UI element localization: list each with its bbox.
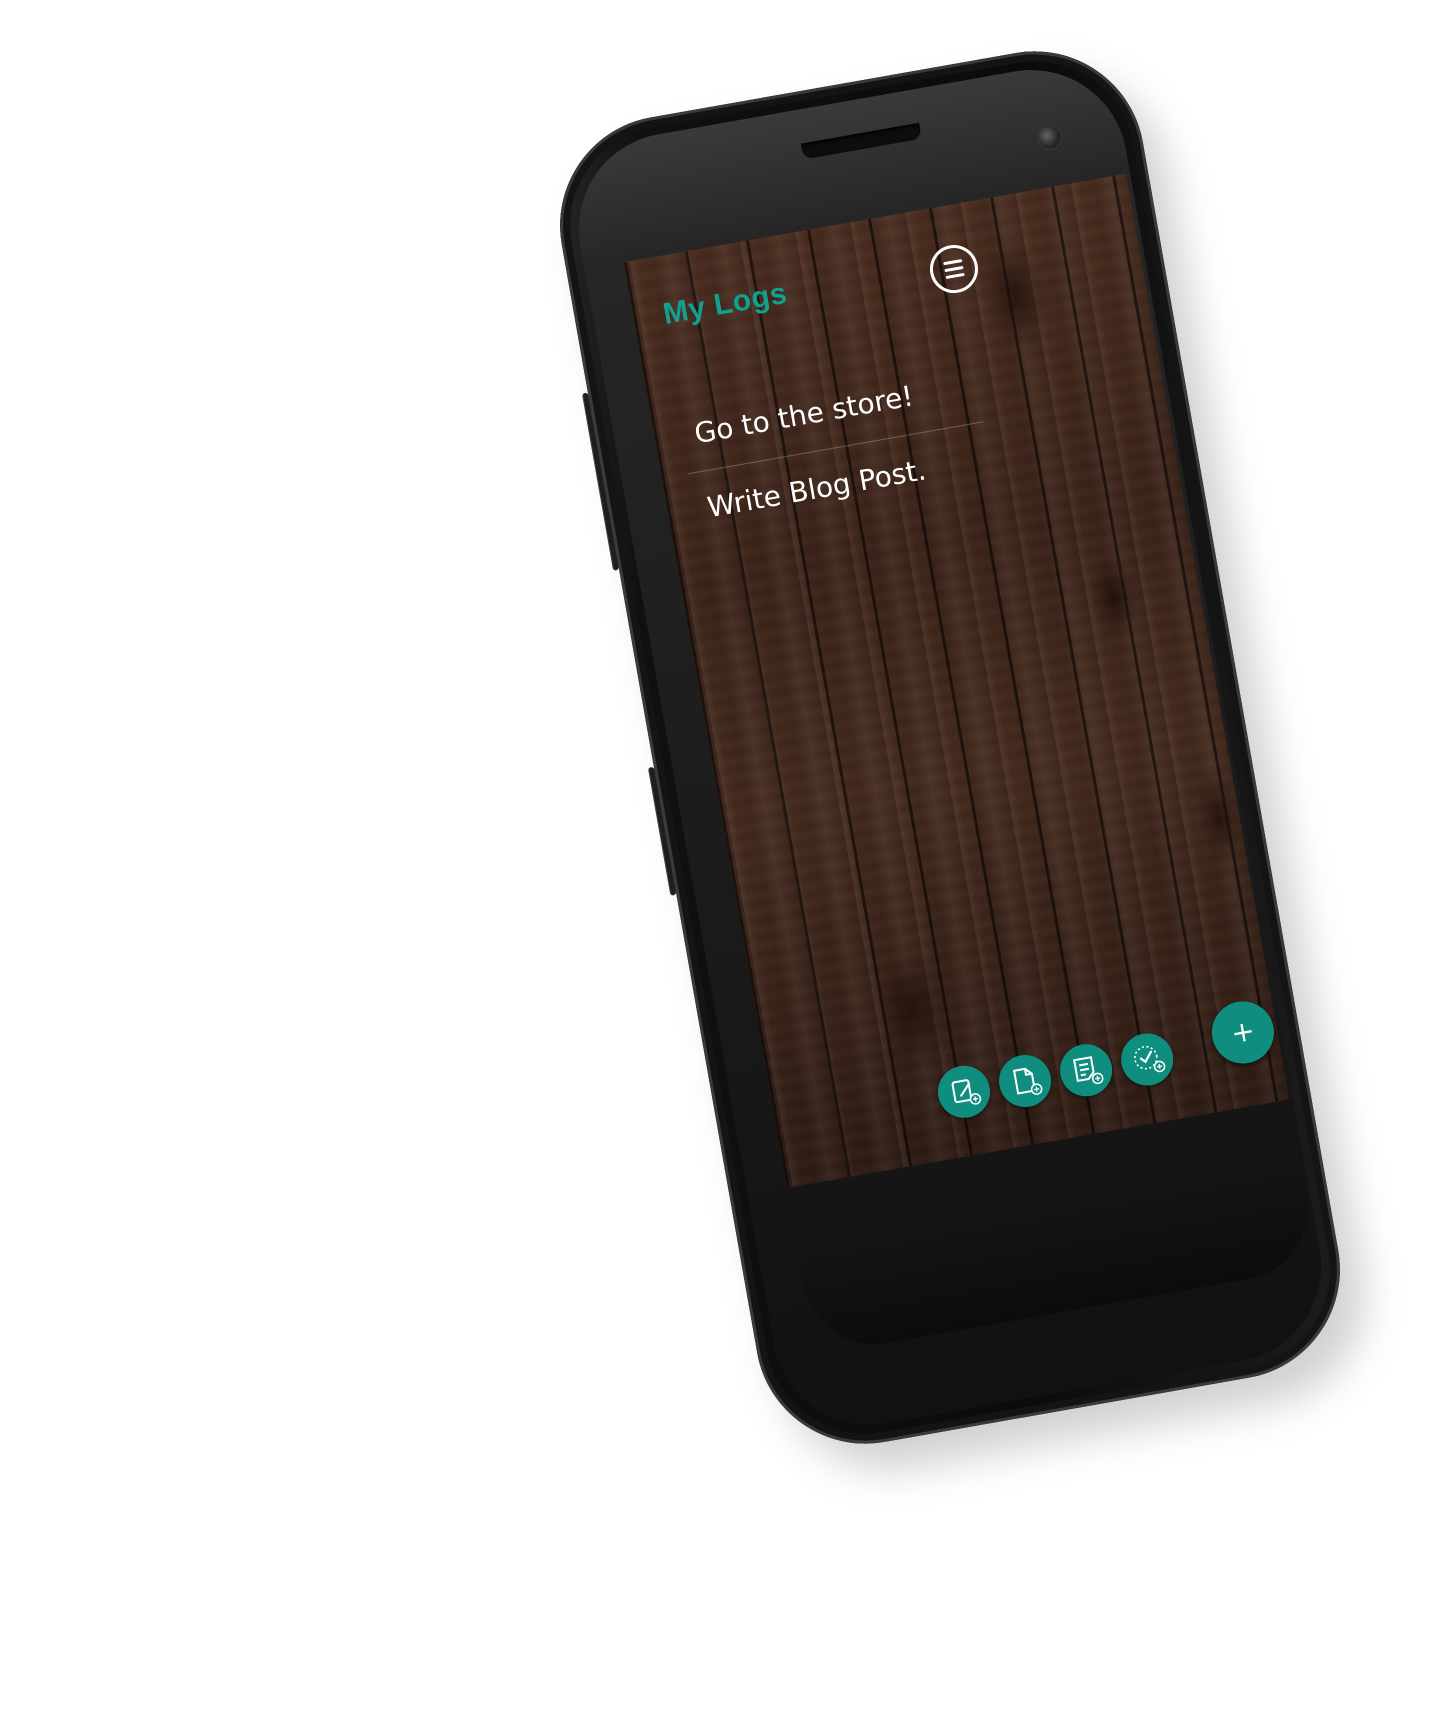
log-list: Go to the store! Write Blog Post. <box>687 341 1039 545</box>
phone-device: My Logs Go to the store! Write Blog Post… <box>542 33 1383 1488</box>
new-checklist-button[interactable] <box>1117 1029 1178 1090</box>
bottom-bezel <box>795 1148 1319 1356</box>
earpiece-speaker <box>800 122 922 160</box>
new-checklist-icon <box>1134 1045 1166 1073</box>
new-document-icon <box>1012 1067 1043 1095</box>
front-camera-icon <box>1036 124 1063 151</box>
new-list-note-icon <box>1073 1056 1104 1085</box>
menu-button[interactable] <box>926 241 982 297</box>
menu-lines-icon <box>943 259 965 279</box>
wood-knot <box>975 230 1056 360</box>
phone-face: My Logs Go to the store! Write Blog Post… <box>563 54 1337 1441</box>
page-title: My Logs <box>660 276 790 331</box>
add-icon: + <box>1228 1013 1258 1051</box>
add-log-button[interactable]: + <box>1207 996 1279 1069</box>
wood-knot <box>1081 548 1147 646</box>
new-edit-note-button[interactable] <box>933 1061 995 1122</box>
new-edit-note-icon <box>951 1079 982 1105</box>
stage: My Logs Go to the store! Write Blog Post… <box>0 0 1433 1717</box>
quick-actions-bar <box>933 1026 1200 1130</box>
wood-knot <box>866 938 959 1079</box>
new-document-button[interactable] <box>994 1050 1056 1112</box>
new-list-note-button[interactable] <box>1055 1040 1117 1101</box>
